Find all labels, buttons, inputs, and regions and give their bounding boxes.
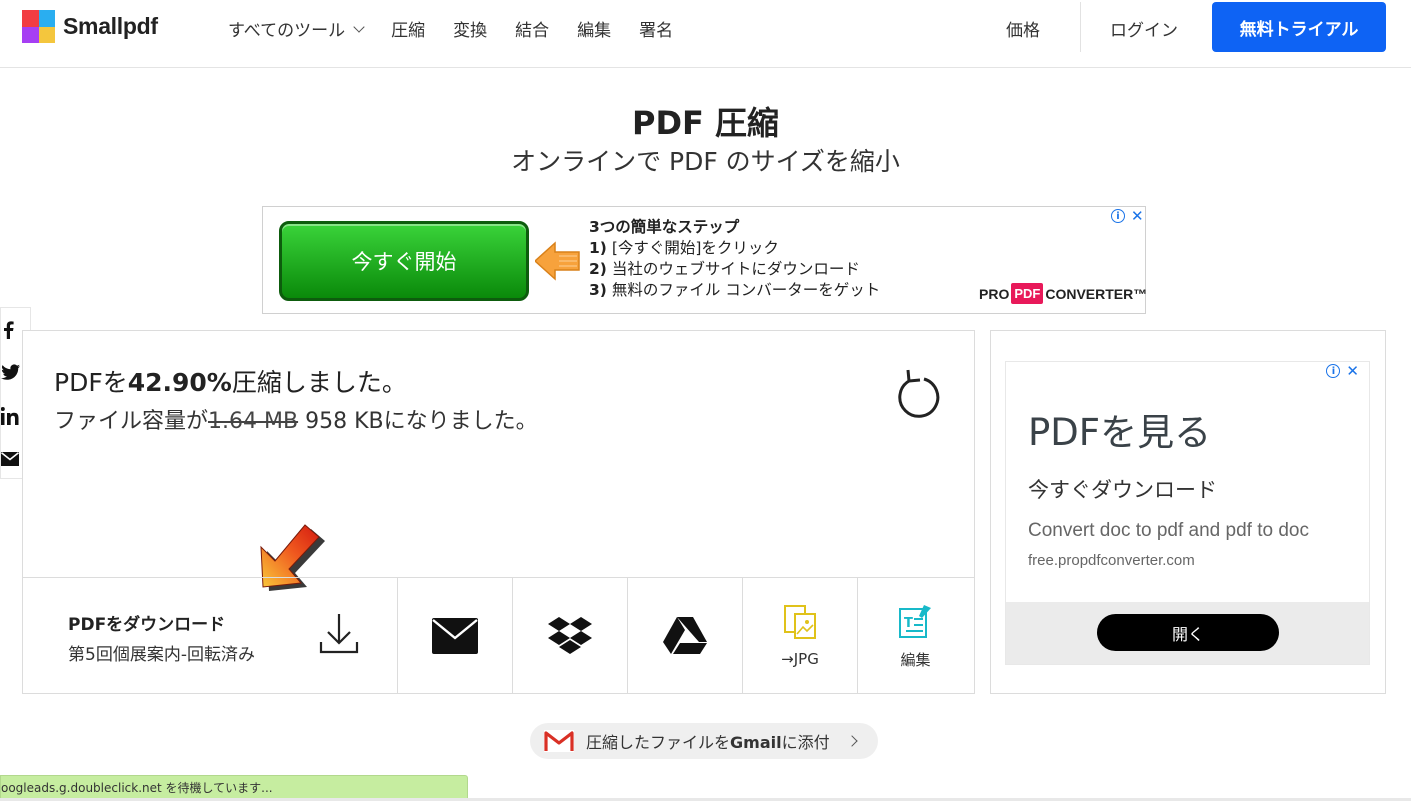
ad-step-3: 3) 無料のファイル コンバーターをゲット <box>589 281 881 299</box>
ad-choices[interactable]: i ✕ <box>1326 364 1359 379</box>
page-subtitle: オンラインで PDF のサイズを縮小 <box>511 147 900 176</box>
dropbox-button[interactable] <box>513 578 628 694</box>
side-ad: i ✕ PDFを見る 今すぐダウンロード Convert doc to pdf … <box>990 330 1386 694</box>
brand-name: Smallpdf <box>63 13 158 39</box>
result-actions: PDFをダウンロード 第5回個展案内-回転済み →JPG T 編集 <box>23 577 974 694</box>
nav-all-tools-label: すべてのツール <box>228 21 346 41</box>
page-title: PDF 圧縮 <box>631 104 780 142</box>
login-link[interactable]: ログイン <box>1110 16 1178 41</box>
nav-all-tools[interactable]: すべてのツール <box>228 16 365 41</box>
envelope-icon <box>432 618 478 654</box>
close-icon[interactable]: ✕ <box>1131 209 1144 224</box>
download-icon <box>319 614 359 654</box>
nav-compress[interactable]: 圧縮 <box>391 16 425 41</box>
logo-icon <box>22 10 55 43</box>
nav-sign[interactable]: 署名 <box>639 16 673 41</box>
ad-choices[interactable]: i ✕ <box>1111 209 1144 224</box>
gmail-attach-label: 圧縮したファイルをGmailに添付 <box>586 733 830 752</box>
file-size-text: ファイル容量が1.64 MB 958 KBになりました。 <box>54 409 538 434</box>
download-title: PDFをダウンロード <box>68 615 226 635</box>
chevron-right-icon <box>845 735 858 747</box>
side-ad-open-button[interactable]: 開く <box>1097 614 1279 651</box>
email-share-button[interactable] <box>398 578 513 694</box>
edit-document-icon: T <box>898 604 931 638</box>
info-icon[interactable]: i <box>1326 364 1341 378</box>
compression-rate-text: PDFを42.90%圧縮しました。 <box>54 368 407 397</box>
download-pdf-button[interactable]: PDFをダウンロード 第5回個展案内-回転済み <box>23 578 398 694</box>
convert-to-jpg-button[interactable]: →JPG <box>743 578 858 694</box>
pro-pdf-converter-logo: PRO PDF CONVERTER™ <box>979 283 1147 304</box>
info-icon[interactable]: i <box>1111 209 1125 223</box>
header-divider <box>1080 2 1081 52</box>
side-ad-url: free.propdfconverter.com <box>1028 552 1195 569</box>
chevron-down-icon <box>353 20 365 33</box>
side-ad-subtitle: 今すぐダウンロード <box>1028 478 1217 502</box>
compression-percent: 42.90% <box>127 368 232 397</box>
nav-merge[interactable]: 結合 <box>515 16 549 41</box>
google-drive-icon <box>663 617 707 654</box>
nav-edit[interactable]: 編集 <box>577 16 611 41</box>
side-ad-content[interactable]: i ✕ PDFを見る 今すぐダウンロード Convert doc to pdf … <box>1005 361 1370 665</box>
free-trial-button[interactable]: 無料トライアル <box>1212 2 1386 52</box>
compression-result-card: PDFを42.90%圧縮しました。 ファイル容量が1.64 MB 958 KBに… <box>22 330 975 694</box>
main-nav: すべてのツール 圧縮 変換 結合 編集 署名 <box>228 16 673 41</box>
gmail-icon <box>544 730 574 752</box>
side-ad-footer: 開く <box>1006 602 1369 664</box>
close-icon[interactable]: ✕ <box>1346 364 1359 379</box>
smallpdf-logo[interactable]: Smallpdf <box>22 10 158 43</box>
ad-step-2: 2) 当社のウェブサイトにダウンロード <box>589 260 860 278</box>
ad-steps-title: 3つの簡単なステップ <box>589 218 740 236</box>
nav-convert[interactable]: 変換 <box>453 16 487 41</box>
top-header: Smallpdf すべてのツール 圧縮 変換 結合 編集 署名 価格 ログイン … <box>0 0 1411 68</box>
ad-steps: 3つの簡単なステップ 1) [今すぐ開始]をクリック 2) 当社のウェブサイトに… <box>589 217 880 301</box>
side-ad-description: Convert doc to pdf and pdf to doc <box>1028 520 1309 541</box>
start-over-icon[interactable] <box>893 367 941 419</box>
top-ad-banner[interactable]: 今すぐ開始 3つの簡単なステップ 1) [今すぐ開始]をクリック 2) 当社のウ… <box>262 206 1147 314</box>
jpg-file-icon <box>784 605 816 639</box>
gmail-attach-button[interactable]: 圧縮したファイルをGmailに添付 <box>530 723 878 759</box>
ad-arrow-icon <box>535 241 580 281</box>
google-drive-button[interactable] <box>628 578 743 694</box>
svg-text:T: T <box>904 616 913 631</box>
pricing-link[interactable]: 価格 <box>1006 16 1040 41</box>
ad-step-1: 1) [今すぐ開始]をクリック <box>589 239 779 257</box>
ad-start-button[interactable]: 今すぐ開始 <box>279 221 529 301</box>
edit-label: 編集 <box>900 650 931 669</box>
old-file-size: 1.64 MB <box>208 409 299 434</box>
dropbox-icon <box>548 617 592 654</box>
edit-pdf-button[interactable]: T 編集 <box>858 578 973 694</box>
to-jpg-label: →JPG <box>781 650 819 668</box>
file-name: 第5回個展案内-回転済み <box>68 645 255 665</box>
new-file-size: 958 KB <box>305 409 384 434</box>
browser-status-bar: oogleads.g.doubleclick.net を待機しています... <box>0 775 468 799</box>
side-ad-title: PDFを見る <box>1028 411 1212 454</box>
